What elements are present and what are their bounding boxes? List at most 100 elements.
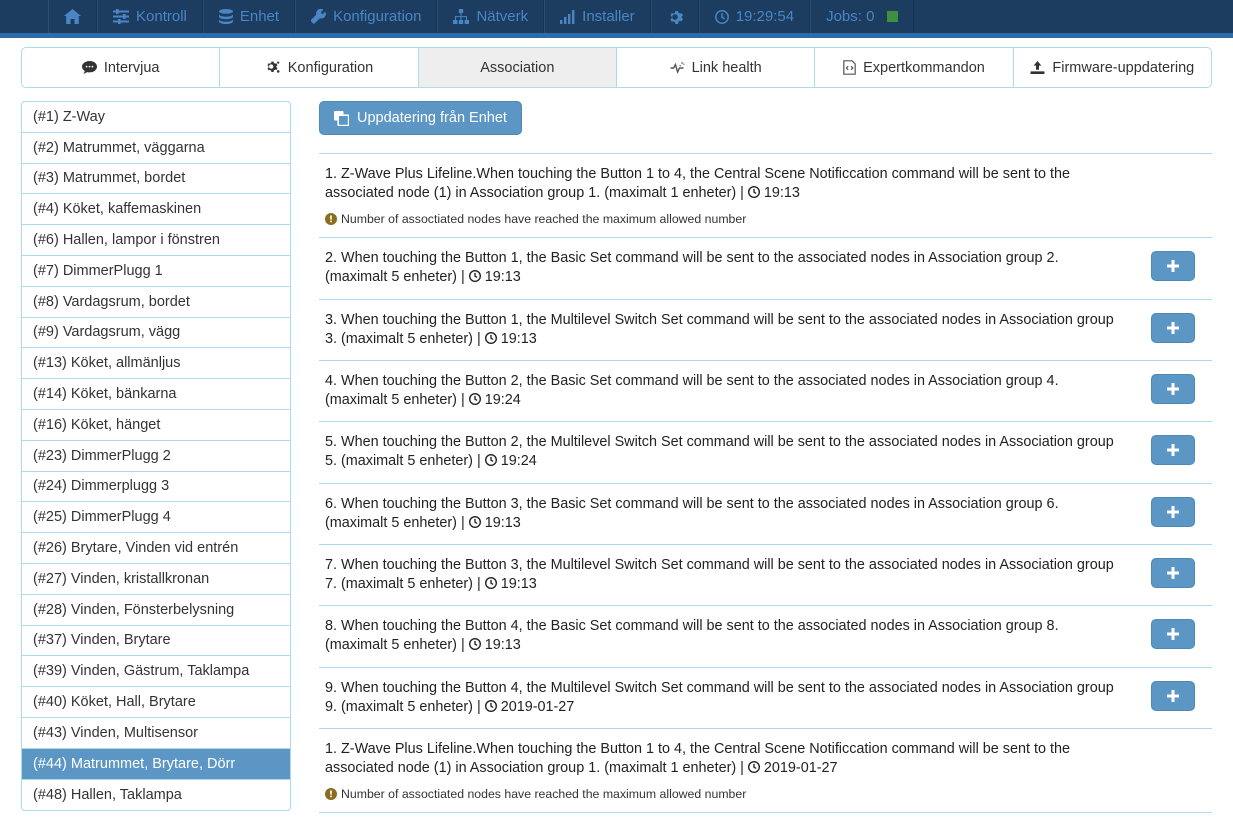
add-association-button[interactable] [1151, 374, 1195, 404]
device-list-item[interactable]: (#13) Köket, allmänljus [22, 348, 290, 379]
device-list-item[interactable]: (#7) DimmerPlugg 1 [22, 256, 290, 287]
clone-icon [334, 111, 349, 126]
jobs-label: Jobs: 0 [826, 8, 874, 25]
device-list-item[interactable]: (#3) Matrummet, bordet [22, 164, 290, 195]
tab-label: Firmware-uppdatering [1052, 60, 1194, 76]
home-icon [64, 9, 81, 24]
clock-icon [485, 576, 497, 591]
tab-association[interactable]: Association [418, 47, 617, 88]
add-association-button[interactable] [1151, 435, 1195, 465]
device-list-item[interactable]: (#43) Vinden, Multisensor [22, 718, 290, 749]
update-button-label: Uppdatering från Enhet [357, 110, 507, 126]
sliders-icon [113, 9, 129, 24]
clock-icon [469, 392, 481, 407]
association-description: 8. When touching the Button 4, the Basic… [325, 617, 1122, 655]
device-list-item[interactable]: (#14) Köket, bänkarna [22, 379, 290, 410]
association-row: 8. When touching the Button 4, the Basic… [319, 606, 1212, 667]
plus-icon [1166, 259, 1180, 273]
add-association-button[interactable] [1151, 313, 1195, 343]
device-list-item[interactable]: (#6) Hallen, lampor i fönstren [22, 225, 290, 256]
device-label: (#27) Vinden, kristallkronan [33, 571, 209, 587]
nav-kontroll[interactable]: Kontroll [97, 0, 203, 33]
nav-enhet[interactable]: Enhet [203, 0, 295, 33]
device-list-item[interactable]: (#24) Dimmerplugg 3 [22, 472, 290, 503]
device-label: (#48) Hallen, Taklampa [33, 787, 182, 803]
association-description: 5. When touching the Button 2, the Multi… [325, 433, 1122, 471]
association-text-wrap: 1. Z-Wave Plus Lifeline.When touching th… [319, 165, 1134, 226]
device-label: (#1) Z-Way [33, 109, 105, 125]
device-list-item[interactable]: (#16) Köket, hänget [22, 410, 290, 441]
device-list-item[interactable]: (#26) Brytare, Vinden vid entrén [22, 533, 290, 564]
device-list-item[interactable]: (#27) Vinden, kristallkronan [22, 564, 290, 595]
clock-icon [715, 10, 729, 24]
nav-home[interactable] [48, 0, 97, 33]
association-description-text: 1. Z-Wave Plus Lifeline.When touching th… [325, 166, 1070, 201]
association-timestamp: 19:13 [501, 331, 537, 347]
add-association-button[interactable] [1151, 681, 1195, 711]
device-list-item[interactable]: (#8) Vardagsrum, bordet [22, 287, 290, 318]
add-association-button[interactable] [1151, 497, 1195, 527]
association-timestamp: 19:13 [485, 269, 521, 285]
device-list-item[interactable]: (#2) Matrummet, väggarna [22, 133, 290, 164]
device-list-item[interactable]: (#25) DimmerPlugg 4 [22, 502, 290, 533]
device-list-item[interactable]: (#4) Köket, kaffemaskinen [22, 194, 290, 225]
device-list-item[interactable]: (#37) Vinden, Brytare [22, 626, 290, 657]
heartbeat-icon [670, 61, 685, 75]
device-list-item[interactable]: (#9) Vardagsrum, vägg [22, 318, 290, 349]
device-list[interactable]: (#1) Z-Way (#2) Matrummet, väggarna (#3) M… [21, 101, 291, 811]
association-row: 1. Z-Wave Plus Lifeline.When touching th… [319, 154, 1212, 238]
tab-label: Link health [692, 60, 762, 76]
tab-firmware-uppdatering[interactable]: Firmware-uppdatering [1013, 47, 1212, 88]
association-description: 2. When touching the Button 1, the Basic… [325, 249, 1122, 287]
device-list-item[interactable]: (#48) Hallen, Taklampa [22, 780, 290, 811]
file-code-icon [843, 60, 856, 75]
device-list-item[interactable]: (#23) DimmerPlugg 2 [22, 441, 290, 472]
association-timestamp: 19:13 [485, 515, 521, 531]
nav-settings[interactable] [651, 0, 699, 33]
association-description: 9. When touching the Button 4, the Multi… [325, 679, 1122, 717]
association-description-text: 8. When touching the Button 4, the Basic… [325, 618, 1059, 653]
association-timestamp: 19:13 [764, 185, 800, 201]
nav-konfiguration[interactable]: Konfiguration [295, 0, 437, 33]
nav-label: Enhet [240, 8, 279, 25]
clock-icon [469, 269, 481, 284]
tab-expertkommandon[interactable]: Expertkommandon [814, 47, 1013, 88]
clock-icon [748, 760, 760, 775]
association-text-wrap: 9. When touching the Button 4, the Multi… [319, 679, 1134, 717]
device-list-item[interactable]: (#40) Köket, Hall, Brytare [22, 687, 290, 718]
top-navbar: Kontroll Enhet Konfiguration Nätverk Ins… [0, 0, 1233, 38]
nav-installer[interactable]: Installer [544, 0, 651, 33]
association-text-wrap: 3. When touching the Button 1, the Multi… [319, 311, 1134, 349]
tab-label: Association [480, 60, 554, 76]
device-list-item[interactable]: (#44) Matrummet, Brytare, Dörr [22, 749, 290, 780]
device-list-item[interactable]: (#39) Vinden, Gästrum, Taklampa [22, 656, 290, 687]
exclamation-circle-icon [325, 788, 337, 800]
tab-intervjua[interactable]: Intervjua [21, 47, 220, 88]
clock-label: 19:29:54 [736, 8, 794, 25]
add-association-button[interactable] [1151, 619, 1195, 649]
add-association-button[interactable] [1151, 558, 1195, 588]
device-list-item[interactable]: (#28) Vinden, Fönsterbelysning [22, 595, 290, 626]
association-text-wrap: 1. Z-Wave Plus Lifeline.When touching th… [319, 740, 1134, 801]
association-row-partial [319, 813, 1212, 822]
tab-link-health[interactable]: Link health [616, 47, 815, 88]
association-row: 6. When touching the Button 3, the Basic… [319, 484, 1212, 545]
association-text-wrap: 5. When touching the Button 2, the Multi… [319, 433, 1134, 471]
device-label: (#28) Vinden, Fönsterbelysning [33, 602, 234, 618]
tab-konfiguration[interactable]: Konfiguration [219, 47, 418, 88]
update-from-device-button[interactable]: Uppdatering från Enhet [319, 101, 522, 135]
add-button-cell [1134, 617, 1212, 649]
association-text-wrap: 2. When touching the Button 1, the Basic… [319, 249, 1134, 287]
add-association-button[interactable] [1151, 251, 1195, 281]
device-list-item[interactable]: (#1) Z-Way [22, 102, 290, 133]
nav-natverk[interactable]: Nätverk [437, 0, 544, 33]
association-description-text: 2. When touching the Button 1, the Basic… [325, 250, 1059, 285]
association-warning: Number of assoctiated nodes have reached… [325, 212, 1122, 226]
association-description: 7. When touching the Button 3, the Multi… [325, 556, 1122, 594]
upload-icon [1030, 61, 1045, 75]
add-button-cell [1134, 372, 1212, 404]
jobs-status-badge [887, 11, 898, 22]
device-label: (#13) Köket, allmänljus [33, 355, 181, 371]
device-label: (#9) Vardagsrum, vägg [33, 324, 180, 340]
device-label: (#3) Matrummet, bordet [33, 170, 185, 186]
